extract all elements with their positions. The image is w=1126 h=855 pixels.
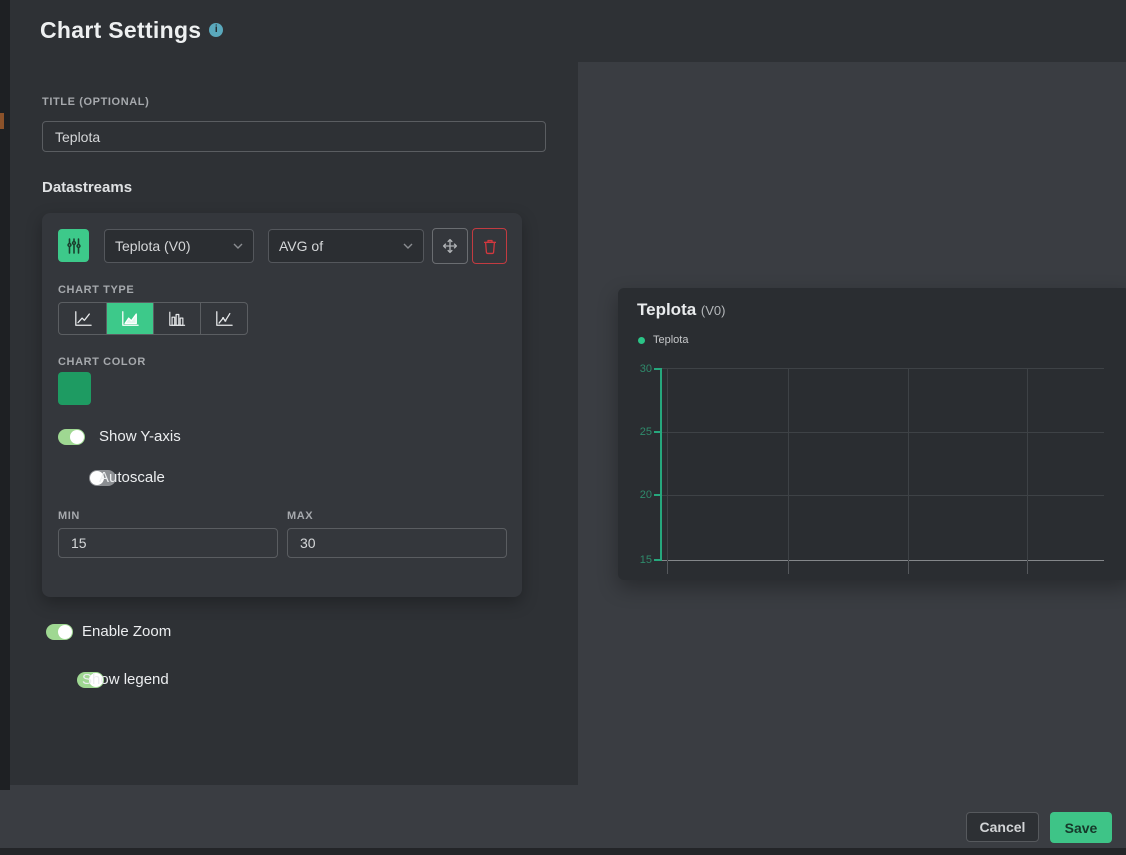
y-tick-label: 30 <box>624 363 652 375</box>
sliders-icon <box>65 237 83 255</box>
left-edge-accent <box>0 113 4 129</box>
chart-color-swatch[interactable] <box>58 372 91 405</box>
aggregation-select[interactable]: AVG of <box>268 229 424 263</box>
title-field-label: TITLE (OPTIONAL) <box>42 96 149 108</box>
y-tick-label: 15 <box>624 554 652 566</box>
bar-chart-icon <box>166 310 188 328</box>
chart-type-scatter-button[interactable] <box>200 303 247 334</box>
gridline-vertical <box>788 368 789 561</box>
legend-series-label: Teplota <box>653 334 688 346</box>
preview-plot-area: 30 25 20 15 <box>660 368 1104 561</box>
aggregation-value: AVG of <box>279 238 323 254</box>
scatter-line-chart-icon <box>213 310 235 328</box>
gridline-horizontal <box>660 432 1104 433</box>
y-tick <box>654 559 660 561</box>
min-input[interactable] <box>58 528 278 558</box>
preview-legend: Teplota <box>638 334 688 346</box>
gridline-horizontal <box>660 495 1104 496</box>
gridline-vertical <box>1027 368 1028 561</box>
y-tick <box>654 368 660 370</box>
delete-datastream-button[interactable] <box>472 228 507 264</box>
autoscale-label: Autoscale <box>99 469 165 486</box>
x-tick <box>788 561 789 574</box>
chart-type-area-button[interactable] <box>106 303 153 334</box>
x-tick <box>1027 561 1028 574</box>
datastreams-heading: Datastreams <box>42 179 132 196</box>
info-icon[interactable]: i <box>209 23 223 37</box>
toggle-knob <box>58 625 72 639</box>
preview-chart-title: Teplota (V0) <box>637 300 725 320</box>
show-legend-label: Show legend <box>82 671 169 688</box>
datastream-settings-button[interactable] <box>58 229 89 262</box>
gridline-vertical <box>908 368 909 561</box>
x-tick <box>667 561 668 574</box>
y-axis-line <box>660 368 662 561</box>
title-input[interactable] <box>42 121 546 152</box>
gridline-vertical <box>667 368 668 561</box>
page-title: Chart Settingsi <box>40 17 223 44</box>
bottom-strip <box>0 848 1126 855</box>
chart-type-label: CHART TYPE <box>58 284 134 296</box>
legend-dot-icon <box>638 337 645 344</box>
cancel-button[interactable]: Cancel <box>966 812 1039 842</box>
y-tick <box>654 431 660 433</box>
area-chart-icon <box>119 310 141 328</box>
line-chart-icon <box>72 310 94 328</box>
max-field-label: MAX <box>287 510 313 522</box>
show-y-axis-toggle[interactable] <box>58 429 85 445</box>
gridline-horizontal <box>660 368 1104 369</box>
chart-type-line-button[interactable] <box>59 303 106 334</box>
chevron-down-icon <box>403 243 413 249</box>
datastream-source-value: Teplota (V0) <box>115 238 190 254</box>
chart-type-bar-button[interactable] <box>153 303 200 334</box>
save-button[interactable]: Save <box>1050 812 1112 843</box>
move-icon <box>441 237 459 255</box>
y-tick-label: 20 <box>624 489 652 501</box>
move-datastream-button[interactable] <box>432 228 468 264</box>
chart-color-label: CHART COLOR <box>58 356 146 368</box>
y-tick-label: 25 <box>624 426 652 438</box>
x-axis-line <box>660 560 1104 561</box>
chevron-down-icon <box>233 243 243 249</box>
chart-type-group <box>58 302 248 335</box>
chart-preview-card: Teplota (V0) Teplota 30 25 20 15 <box>618 288 1126 580</box>
preview-chart-pin: (V0) <box>701 303 726 318</box>
trash-icon <box>482 237 498 255</box>
min-field-label: MIN <box>58 510 80 522</box>
max-input[interactable] <box>287 528 507 558</box>
x-tick <box>908 561 909 574</box>
datastream-source-select[interactable]: Teplota (V0) <box>104 229 254 263</box>
y-tick <box>654 494 660 496</box>
enable-zoom-label: Enable Zoom <box>82 623 171 640</box>
show-y-axis-label: Show Y-axis <box>99 428 181 445</box>
datastream-card: Teplota (V0) AVG of CHART TYPE <box>42 213 522 597</box>
enable-zoom-toggle[interactable] <box>46 624 73 640</box>
toggle-knob <box>70 430 84 444</box>
